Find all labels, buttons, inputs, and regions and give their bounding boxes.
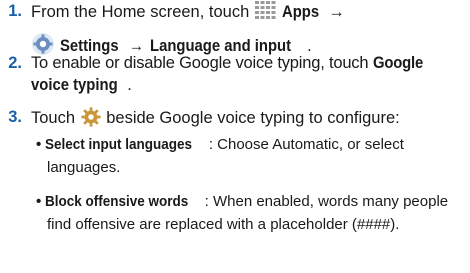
bullet-text: : When enabled, words many people [204, 193, 449, 210]
step-line: voice typing. [31, 74, 462, 96]
step-bold-text: voice typing [31, 76, 118, 94]
step-number: 2. [8, 54, 22, 72]
step-text: To enable or disable Google voice typing… [31, 54, 369, 72]
bullet-line: • Block offensive words : When enabled, w… [36, 190, 462, 213]
bullet-line: • Select input languages : Choose Automat… [36, 133, 462, 156]
bullet-title: Select input languages [45, 136, 193, 153]
bullet-text: find offensive are replaced with a place… [47, 216, 400, 233]
bullet-dot: • [36, 136, 42, 153]
bullet-select-input-languages: • Select input languages : Choose Automat… [36, 133, 462, 179]
apps-grid-icon [253, 0, 278, 28]
bullet-dot: • [36, 193, 42, 210]
step-body: Touch beside Google voice typing to conf… [31, 106, 462, 134]
step-line: From the Home screen, touch Apps → [31, 0, 462, 28]
step-line: To enable or disable Google voice typing… [31, 52, 462, 74]
step-bold-text: Google [372, 54, 423, 72]
bullet-title: Block offensive words [45, 193, 189, 210]
step-text: Touch [31, 109, 76, 127]
step-body: To enable or disable Google voice typing… [31, 52, 462, 96]
step-number: 3. [8, 108, 22, 126]
bullet-block-offensive-words: • Block offensive words : When enabled, w… [36, 190, 462, 236]
step-text: . [127, 76, 132, 94]
settings-gear-icon [80, 106, 102, 134]
step-bold-text: Apps [282, 3, 320, 21]
step-line: Touch beside Google voice typing to conf… [31, 106, 462, 134]
step-text: From the Home screen, touch [31, 3, 250, 21]
bullet-text: : Choose Automatic, or select [208, 136, 404, 153]
bullet-text: languages. [47, 159, 121, 176]
instruction-document: 1. From the Home screen, touch Apps → Se… [0, 0, 470, 273]
bullet-line: find offensive are replaced with a place… [36, 213, 462, 236]
step-number: 1. [8, 2, 22, 20]
step-text: beside Google voice typing to configure: [106, 109, 400, 127]
bullet-line: languages. [36, 156, 462, 179]
arrow: → [328, 3, 345, 21]
